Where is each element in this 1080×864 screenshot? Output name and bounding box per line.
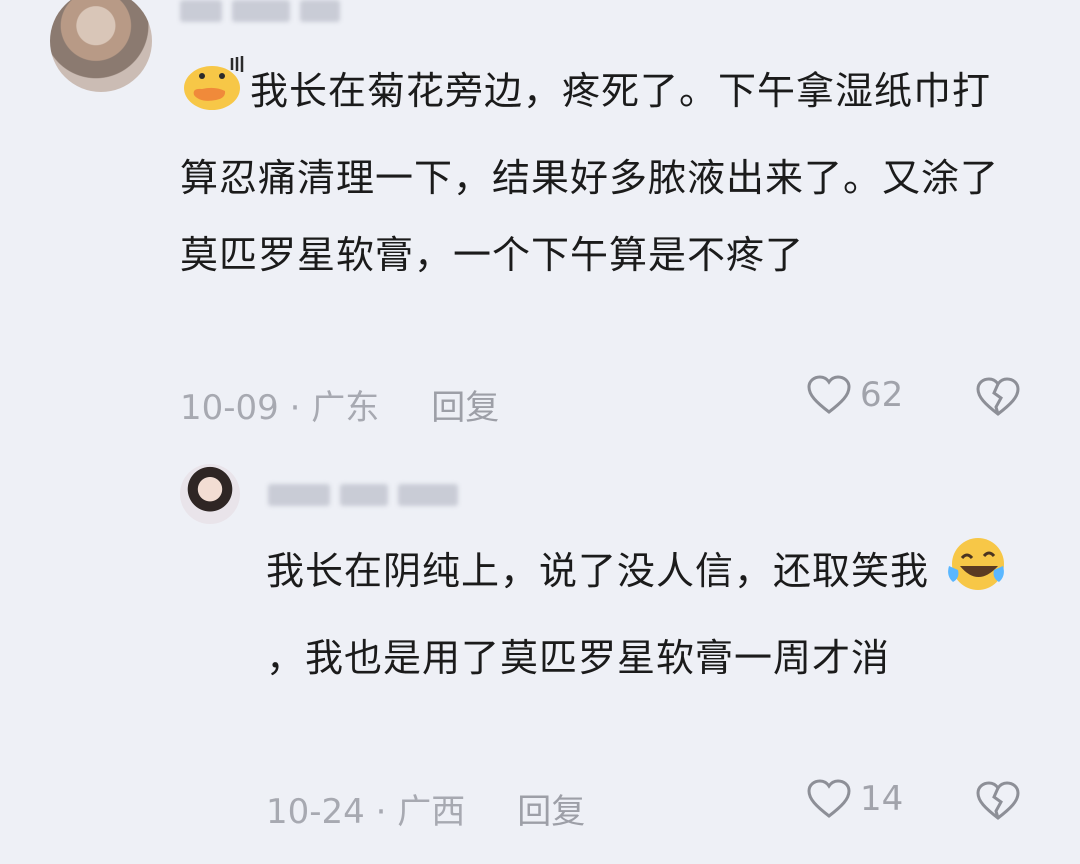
broken-heart-outline-icon — [976, 781, 1020, 820]
comment-reply-item: 我长在阴纯上，说了没人信，还取笑我 ，我也是用了莫匹罗星软膏一周才消 10-24… — [0, 440, 1080, 864]
username-blurred[interactable] — [268, 484, 458, 506]
user-avatar[interactable] — [50, 0, 152, 92]
comment-body-continued: ，我也是用了莫匹罗星软膏一周才消 — [266, 636, 891, 680]
comment-body: 我长在菊花旁边，疼死了。下午拿湿纸巾打算忍痛清理一下，结果好多脓液出来了。又涂了… — [180, 69, 1000, 277]
like-count: 62 — [860, 375, 904, 415]
heart-outline-icon — [807, 375, 851, 414]
comment-text: 我长在阴纯上，说了没人信，还取笑我 ，我也是用了莫匹罗星软膏一周才消 — [266, 532, 1036, 697]
like-button[interactable]: 14 — [806, 778, 903, 820]
duck-sweat-emoji — [180, 52, 246, 140]
date-location: 10-24 · 广西 — [266, 792, 466, 832]
comment-body: 我长在阴纯上，说了没人信，还取笑我 — [266, 549, 930, 593]
user-avatar[interactable] — [180, 464, 240, 524]
like-count: 14 — [860, 779, 904, 819]
dislike-button[interactable] — [975, 376, 1021, 422]
comment-text: 我长在菊花旁边，疼死了。下午拿湿纸巾打算忍痛清理一下，结果好多脓液出来了。又涂了… — [180, 52, 1020, 294]
date-location: 10-09 · 广东 — [180, 388, 380, 428]
comment-meta: 10-09 · 广东 回复 — [180, 380, 499, 429]
comment-meta: 10-24 · 广西 回复 — [266, 784, 585, 833]
broken-heart-outline-icon — [976, 377, 1020, 416]
reply-button[interactable]: 回复 — [431, 380, 499, 429]
heart-outline-icon — [807, 779, 851, 818]
username-blurred[interactable] — [180, 0, 340, 22]
comment-item: 我长在菊花旁边，疼死了。下午拿湿纸巾打算忍痛清理一下，结果好多脓液出来了。又涂了… — [0, 0, 1080, 440]
reply-button[interactable]: 回复 — [517, 784, 585, 833]
dislike-button[interactable] — [975, 780, 1021, 826]
like-button[interactable]: 62 — [806, 374, 903, 416]
laugh-cry-emoji — [942, 532, 1010, 620]
